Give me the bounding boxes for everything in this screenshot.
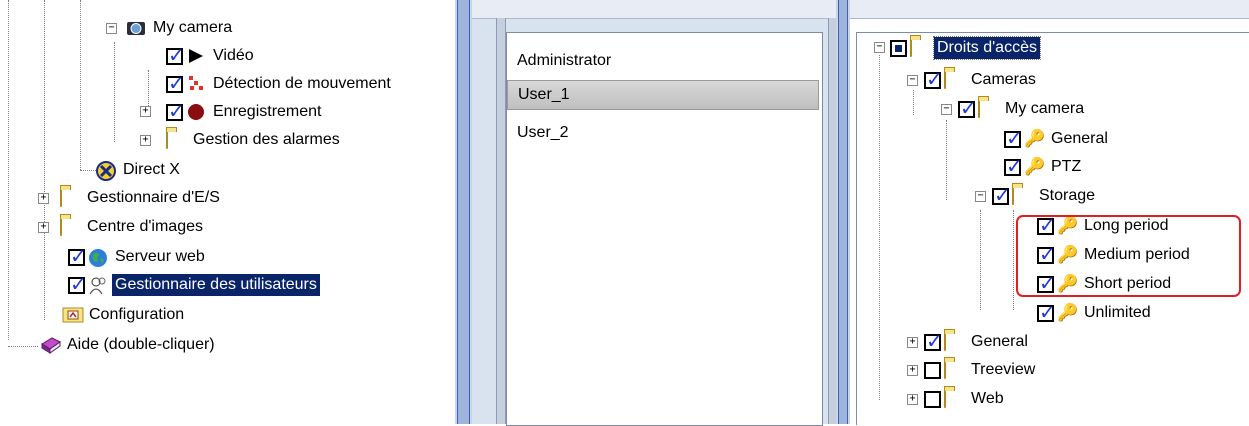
expand-recording-toggle[interactable]: + (140, 106, 151, 117)
globe-icon (88, 248, 108, 267)
user-key-icon: 🔑 (1057, 303, 1079, 323)
tree-item-video[interactable]: Vidéo (166, 43, 257, 68)
expand-general-toggle[interactable]: + (907, 337, 918, 348)
rights-item-general[interactable]: 🔑 General (1004, 126, 1111, 151)
configuration-icon (62, 306, 84, 324)
folder-icon (60, 188, 80, 207)
general-checkbox[interactable] (1004, 126, 1023, 150)
collapse-access-rights-toggle[interactable]: − (874, 42, 885, 53)
tree-item-image-center[interactable]: Centre d'images (60, 215, 206, 239)
user-list-item-selected[interactable]: User_1 (507, 80, 819, 110)
tree-item-io-manager[interactable]: Gestionnaire d'E/S (60, 186, 223, 210)
user-list-item[interactable]: User_2 (507, 118, 817, 148)
users-frame-header (472, 0, 844, 19)
play-icon (186, 47, 206, 65)
collapse-my-camera-toggle[interactable]: − (106, 23, 117, 34)
users-frame-border-left (496, 18, 506, 424)
folder-icon (60, 217, 80, 236)
folder-icon (978, 99, 998, 118)
storage-checkbox[interactable] (992, 183, 1011, 207)
collapse-storage-toggle[interactable]: − (975, 191, 986, 202)
rights-item-my-camera[interactable]: My camera (958, 96, 1087, 121)
direct-x-icon (96, 161, 116, 181)
video-checkbox[interactable] (166, 43, 185, 67)
record-icon (186, 103, 206, 121)
rights-frame-header (850, 0, 1249, 19)
rights-item-cameras[interactable]: Cameras (924, 67, 1039, 92)
tree-item-alarm-management[interactable]: Gestion des alarmes (156, 128, 343, 152)
folder-icon (944, 70, 964, 89)
navigation-tree-pane: − My camera Vidéo Détection de mouvement… (0, 0, 455, 424)
rights-item-treeview[interactable]: Treeview (924, 358, 1038, 382)
camera-icon (126, 19, 146, 37)
expand-io-manager-toggle[interactable]: + (38, 193, 49, 204)
folder-icon (910, 38, 930, 57)
tree-item-configuration[interactable]: Configuration (62, 303, 187, 327)
my-camera-checkbox[interactable] (958, 96, 977, 120)
rights-item-storage[interactable]: Storage (992, 183, 1098, 208)
expand-treeview-toggle[interactable]: + (907, 365, 918, 376)
rights-item-root[interactable]: Droits d'accès (890, 36, 1041, 60)
root-checkbox[interactable] (890, 39, 907, 57)
users-icon (88, 276, 108, 295)
pane-splitter-right[interactable] (836, 0, 850, 424)
treeview-checkbox[interactable] (924, 361, 941, 379)
rights-item-unlimited[interactable]: 🔑 Unlimited (1037, 300, 1154, 325)
web-checkbox[interactable] (924, 390, 941, 408)
collapse-cameras-toggle[interactable]: − (907, 75, 918, 86)
help-book-icon (40, 336, 61, 354)
folder-icon (1012, 186, 1032, 205)
folder-icon (944, 332, 964, 351)
tree-item-help[interactable]: Aide (double-cliquer) (40, 333, 218, 357)
expand-image-center-toggle[interactable]: + (38, 222, 49, 233)
user-key-icon: 🔑 (1024, 129, 1046, 149)
user-list-item[interactable]: Administrator (507, 46, 817, 76)
user-manager-checkbox[interactable] (68, 272, 87, 296)
folder-icon (166, 130, 186, 149)
collapse-my-camera-rights-toggle[interactable]: − (941, 104, 952, 115)
cameras-checkbox[interactable] (924, 67, 943, 91)
tree-item-user-manager[interactable]: Gestionnaire des utilisateurs (68, 272, 320, 297)
rights-item-web[interactable]: Web (924, 387, 1007, 411)
expand-alarm-management-toggle[interactable]: + (140, 135, 151, 146)
motion-detection-checkbox[interactable] (166, 71, 185, 95)
ptz-checkbox[interactable] (1004, 154, 1023, 178)
general-root-checkbox[interactable] (924, 329, 943, 353)
rights-item-ptz[interactable]: 🔑 PTZ (1004, 154, 1084, 179)
recording-checkbox[interactable] (166, 99, 185, 123)
motion-icon (186, 75, 206, 93)
folder-icon (944, 360, 964, 379)
expand-web-toggle[interactable]: + (907, 394, 918, 405)
unlimited-checkbox[interactable] (1037, 300, 1056, 324)
highlight-annotation-box (1016, 215, 1241, 297)
tree-item-motion-detection[interactable]: Détection de mouvement (166, 71, 394, 96)
tree-item-web-server[interactable]: Serveur web (68, 244, 208, 269)
user-key-icon: 🔑 (1024, 157, 1046, 177)
tree-item-my-camera[interactable]: My camera (126, 16, 235, 40)
tree-item-recording[interactable]: Enregistrement (166, 99, 325, 124)
pane-splitter-left[interactable] (455, 0, 472, 424)
tree-item-direct-x[interactable]: Direct X (96, 158, 183, 182)
rights-item-general-root[interactable]: General (924, 329, 1031, 354)
web-server-checkbox[interactable] (68, 244, 87, 268)
folder-icon (944, 389, 964, 408)
